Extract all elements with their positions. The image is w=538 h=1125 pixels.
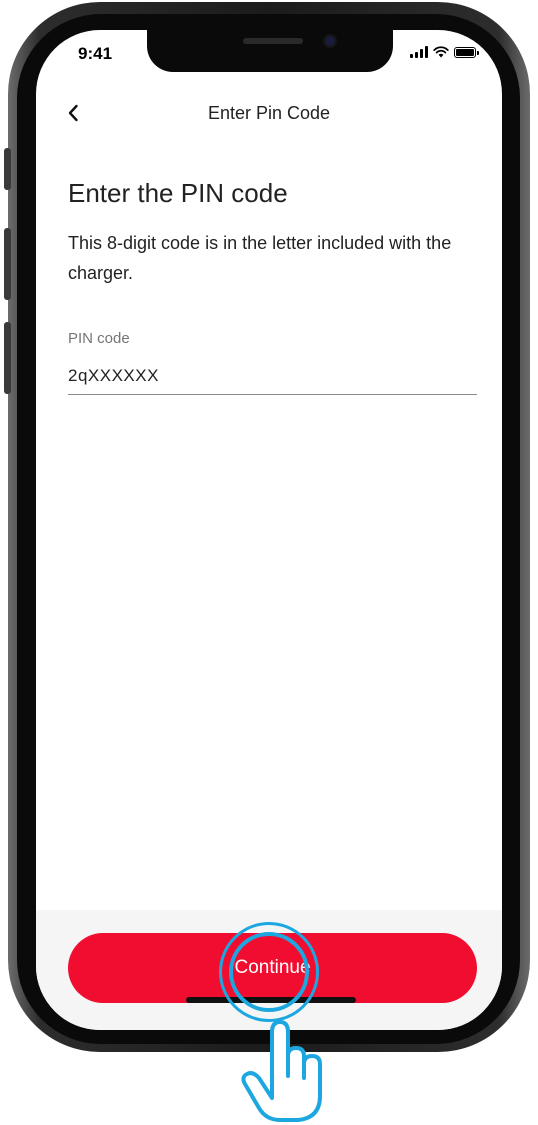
app-screen: 9:41 Enter Pin Code Enter the PIN code T…: [36, 30, 502, 1030]
battery-icon: [454, 47, 479, 58]
tap-ring-inner: [229, 932, 309, 1012]
nav-title: Enter Pin Code: [207, 103, 331, 123]
page-description: This 8-digit code is in the letter inclu…: [68, 233, 452, 283]
volume-up-button: [4, 228, 11, 300]
front-camera: [325, 36, 335, 46]
status-icons: [410, 46, 479, 58]
tap-hand-icon: [241, 1020, 322, 1122]
device-notch: [147, 30, 393, 72]
cellular-signal-icon: [410, 46, 428, 58]
page-heading: Enter the PIN code: [68, 178, 288, 208]
wifi-icon: [433, 46, 449, 58]
mute-switch: [4, 148, 11, 190]
status-time: 9:41: [78, 44, 113, 63]
volume-down-button: [4, 322, 11, 394]
earpiece-speaker: [243, 38, 303, 44]
pin-code-label: PIN code: [68, 330, 130, 347]
pin-code-input[interactable]: [68, 358, 477, 395]
